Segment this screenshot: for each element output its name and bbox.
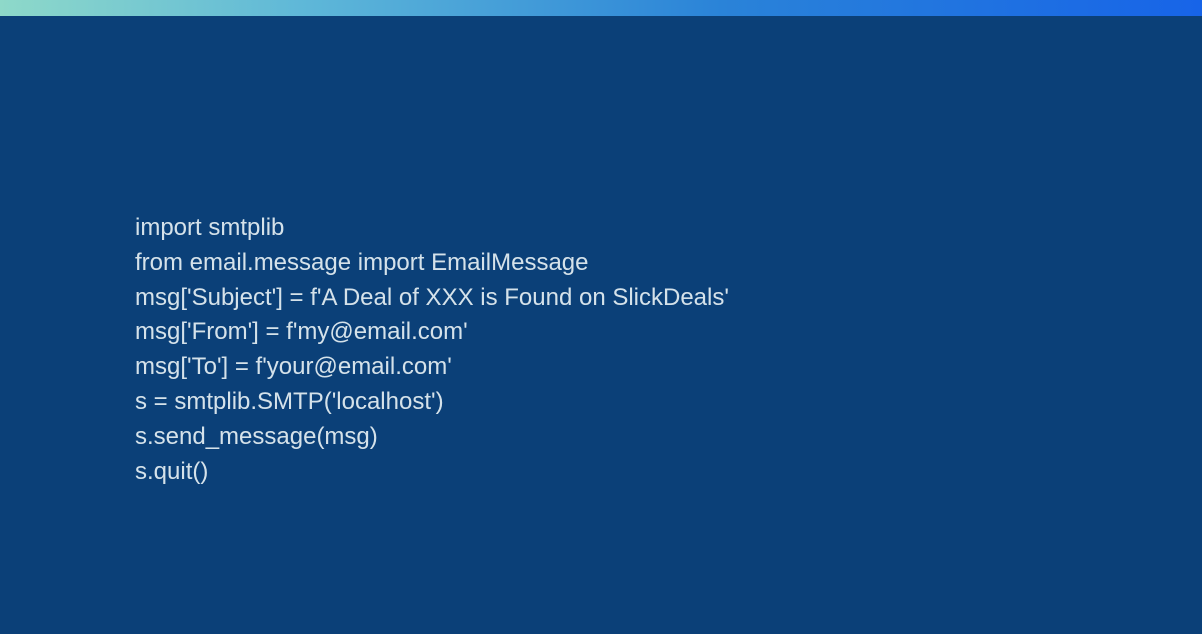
code-line: from email.message import EmailMessage xyxy=(135,246,1067,281)
code-line: import smtplib xyxy=(135,211,1067,246)
code-line: s = smtplib.SMTP('localhost') xyxy=(135,385,1067,420)
code-block: import smtplib from email.message import… xyxy=(0,16,1202,489)
top-gradient-bar xyxy=(0,0,1202,16)
code-line: s.send_message(msg) xyxy=(135,420,1067,455)
code-line: msg['From'] = f'my@email.com' xyxy=(135,315,1067,350)
code-line: s.quit() xyxy=(135,455,1067,490)
code-line: msg['To'] = f'your@email.com' xyxy=(135,350,1067,385)
code-line: msg['Subject'] = f'A Deal of XXX is Foun… xyxy=(135,281,1067,316)
